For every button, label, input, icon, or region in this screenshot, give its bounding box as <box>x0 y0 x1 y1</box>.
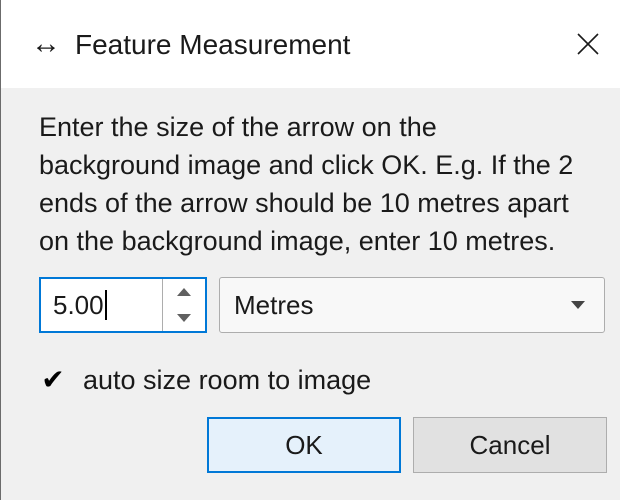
chevron-up-icon <box>177 288 191 296</box>
unit-dropdown[interactable]: Metres <box>219 277 605 333</box>
spin-down-button[interactable] <box>163 305 205 331</box>
size-input-value: 5.00 <box>53 290 104 320</box>
close-icon <box>577 33 599 55</box>
text-caret <box>104 290 107 321</box>
spin-buttons <box>162 279 205 331</box>
title-bar[interactable]: ↔ Feature Measurement <box>1 0 620 88</box>
cancel-button[interactable]: Cancel <box>413 417 607 473</box>
size-spinbox[interactable]: 5.00 <box>39 277 207 333</box>
close-button[interactable] <box>563 18 613 70</box>
unit-dropdown-value: Metres <box>234 290 314 320</box>
auto-size-label[interactable]: auto size room to image <box>83 360 371 400</box>
dialog-title: Feature Measurement <box>75 29 351 60</box>
size-input[interactable]: 5.00 <box>41 279 159 331</box>
auto-size-option[interactable]: ✔ auto size room to image <box>39 360 371 400</box>
spin-up-button[interactable] <box>163 279 205 305</box>
ok-button[interactable]: OK <box>207 417 401 473</box>
instruction-text: Enter the size of the arrow on the backg… <box>39 112 574 256</box>
auto-size-checkbox[interactable]: ✔ <box>39 366 67 394</box>
feature-measurement-dialog: ↔ Feature Measurement Enter the size of … <box>0 0 620 500</box>
dropdown-arrow-icon <box>571 301 585 309</box>
left-right-arrow-icon: ↔ <box>31 27 61 60</box>
chevron-down-icon <box>177 314 191 322</box>
